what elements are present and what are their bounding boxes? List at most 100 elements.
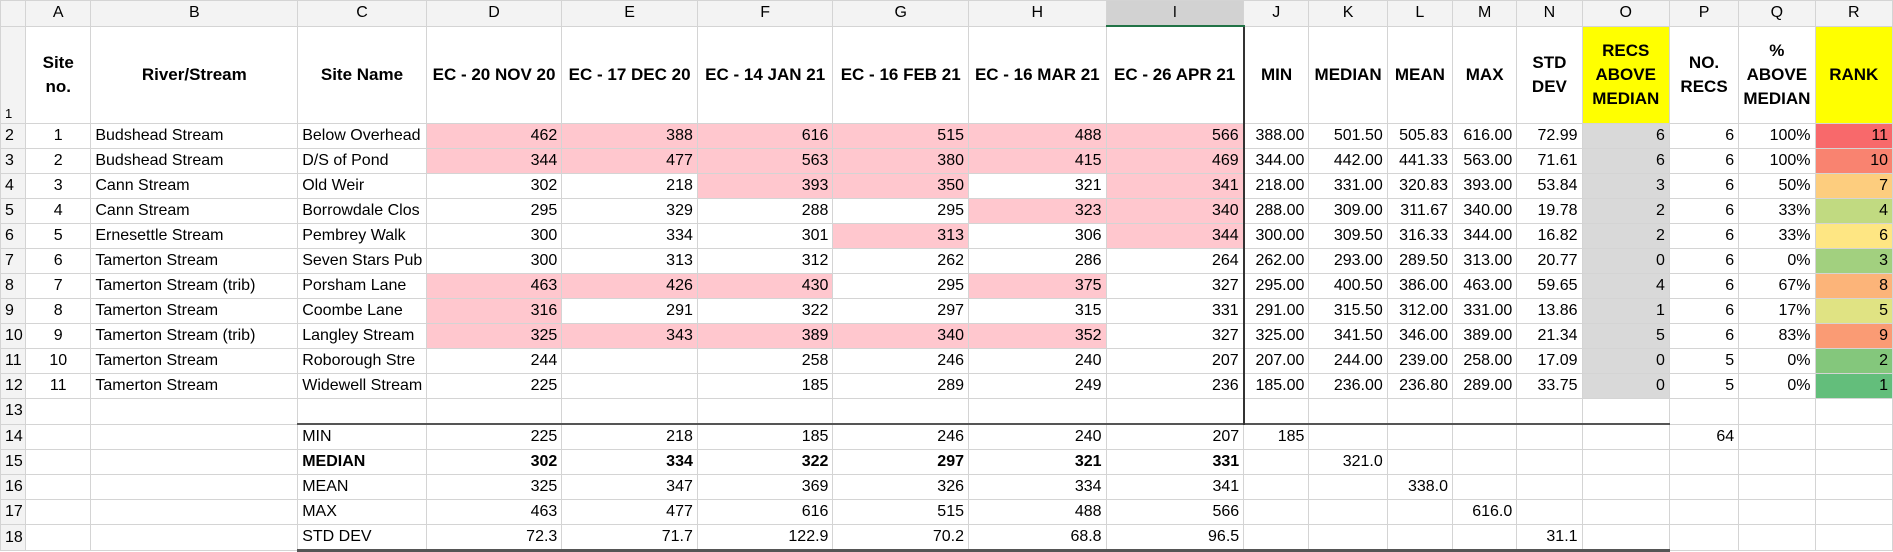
summary-value-cell[interactable]: 207 — [1105, 423, 1245, 450]
recs-above-median-cell[interactable]: 6 — [1581, 123, 1670, 149]
ec-value-cell[interactable]: 185 — [696, 373, 834, 399]
summary-std-cell[interactable] — [1516, 423, 1583, 450]
summary-mean-cell[interactable] — [1386, 499, 1454, 525]
no-recs-cell[interactable]: 6 — [1668, 198, 1740, 224]
rank-cell[interactable]: 3 — [1814, 248, 1893, 274]
ec-value-cell[interactable]: 344 — [1105, 223, 1245, 249]
empty-cell[interactable] — [1581, 449, 1670, 475]
no-recs-cell[interactable]: 6 — [1668, 223, 1740, 249]
site-no-cell[interactable]: 4 — [25, 198, 92, 224]
empty-cell[interactable] — [90, 398, 299, 425]
empty-cell[interactable] — [1668, 398, 1740, 425]
min-cell[interactable]: 300.00 — [1243, 223, 1310, 249]
ec-value-cell[interactable]: 313 — [832, 223, 969, 249]
row-number[interactable]: 14 — [0, 423, 27, 450]
ec-value-cell[interactable]: 289 — [832, 373, 969, 399]
recs-above-median-cell[interactable]: 1 — [1581, 298, 1670, 324]
min-cell[interactable]: 288.00 — [1243, 198, 1310, 224]
empty-cell[interactable] — [90, 449, 299, 475]
mean-cell[interactable]: 441.33 — [1386, 148, 1454, 174]
ec-value-cell[interactable]: 350 — [832, 173, 969, 199]
ec-value-cell[interactable]: 244 — [425, 348, 563, 374]
summary-min-cell[interactable] — [1243, 449, 1310, 475]
mean-cell[interactable]: 311.67 — [1386, 198, 1454, 224]
rank-cell[interactable]: 5 — [1814, 298, 1893, 324]
empty-cell[interactable] — [90, 499, 299, 525]
pct-above-median-cell[interactable]: 67% — [1738, 273, 1816, 299]
header-site-name[interactable]: Site Name — [297, 25, 427, 124]
header-ec-apr[interactable]: EC - 26 APR 21 — [1105, 25, 1245, 124]
river-cell[interactable]: Budshead Stream — [90, 123, 299, 149]
summary-max-cell[interactable]: 616.0 — [1452, 499, 1518, 525]
empty-cell[interactable] — [1516, 398, 1583, 425]
ec-value-cell[interactable]: 563 — [696, 148, 834, 174]
empty-cell[interactable] — [1581, 474, 1670, 500]
mean-cell[interactable]: 312.00 — [1386, 298, 1454, 324]
recs-above-median-cell[interactable]: 3 — [1581, 173, 1670, 199]
site-name-cell[interactable]: Coombe Lane — [297, 298, 427, 324]
summary-value-cell[interactable]: 463 — [425, 499, 563, 525]
summary-value-cell[interactable]: 225 — [425, 423, 563, 450]
max-cell[interactable]: 563.00 — [1452, 148, 1518, 174]
std-dev-cell[interactable]: 16.82 — [1516, 223, 1583, 249]
min-cell[interactable]: 218.00 — [1243, 173, 1310, 199]
header-ec-dec[interactable]: EC - 17 DEC 20 — [561, 25, 698, 124]
median-cell[interactable]: 341.50 — [1308, 323, 1388, 349]
river-cell[interactable]: Tamerton Stream (trib) — [90, 323, 299, 349]
summary-value-cell[interactable]: 240 — [968, 423, 1107, 450]
no-recs-cell[interactable]: 5 — [1668, 373, 1740, 399]
summary-value-cell[interactable]: 341 — [1105, 474, 1245, 500]
mean-cell[interactable]: 386.00 — [1386, 273, 1454, 299]
recs-above-median-cell[interactable]: 6 — [1581, 148, 1670, 174]
site-no-cell[interactable]: 6 — [25, 248, 92, 274]
ec-value-cell[interactable]: 469 — [1105, 148, 1245, 174]
ec-value-cell[interactable]: 295 — [832, 198, 969, 224]
summary-median-cell[interactable]: 321.0 — [1308, 449, 1388, 475]
ec-value-cell[interactable]: 380 — [832, 148, 969, 174]
empty-cell[interactable] — [25, 474, 92, 500]
row-number[interactable]: 9 — [0, 298, 27, 324]
empty-cell[interactable] — [1581, 398, 1670, 425]
ec-value-cell[interactable]: 334 — [561, 223, 698, 249]
header-recs-above-median[interactable]: RECS ABOVE MEDIAN — [1581, 25, 1670, 124]
no-recs-cell[interactable]: 6 — [1668, 173, 1740, 199]
summary-value-cell[interactable]: 185 — [696, 423, 834, 450]
std-dev-cell[interactable]: 21.34 — [1516, 323, 1583, 349]
summary-recs-total-cell[interactable] — [1668, 449, 1740, 475]
recs-above-median-cell[interactable]: 0 — [1581, 348, 1670, 374]
mean-cell[interactable]: 316.33 — [1386, 223, 1454, 249]
summary-label-cell[interactable]: MEDIAN — [297, 449, 427, 475]
row-number[interactable]: 10 — [0, 323, 27, 349]
ec-value-cell[interactable]: 306 — [968, 223, 1107, 249]
empty-cell[interactable] — [1308, 398, 1388, 425]
site-name-cell[interactable]: Below Overhead — [297, 123, 427, 149]
empty-cell[interactable] — [1738, 398, 1816, 425]
site-no-cell[interactable]: 3 — [25, 173, 92, 199]
ec-value-cell[interactable]: 236 — [1105, 373, 1245, 399]
empty-cell[interactable] — [425, 398, 563, 425]
column-header-l[interactable]: L — [1386, 0, 1454, 27]
ec-value-cell[interactable]: 393 — [696, 173, 834, 199]
site-no-cell[interactable]: 2 — [25, 148, 92, 174]
no-recs-cell[interactable]: 6 — [1668, 298, 1740, 324]
summary-max-cell[interactable] — [1452, 423, 1518, 450]
ec-value-cell[interactable]: 340 — [832, 323, 969, 349]
river-cell[interactable]: Cann Stream — [90, 173, 299, 199]
mean-cell[interactable]: 505.83 — [1386, 123, 1454, 149]
pct-above-median-cell[interactable]: 100% — [1738, 148, 1816, 174]
max-cell[interactable]: 258.00 — [1452, 348, 1518, 374]
empty-cell[interactable] — [1814, 449, 1893, 475]
site-no-cell[interactable]: 7 — [25, 273, 92, 299]
median-cell[interactable]: 442.00 — [1308, 148, 1388, 174]
row-number[interactable]: 1 — [0, 25, 27, 124]
row-number[interactable]: 6 — [0, 223, 27, 249]
empty-cell[interactable] — [832, 398, 969, 425]
min-cell[interactable]: 295.00 — [1243, 273, 1310, 299]
site-no-cell[interactable]: 8 — [25, 298, 92, 324]
empty-cell[interactable] — [561, 398, 698, 425]
ec-value-cell[interactable]: 321 — [968, 173, 1107, 199]
no-recs-cell[interactable]: 6 — [1668, 148, 1740, 174]
ec-value-cell[interactable]: 323 — [968, 198, 1107, 224]
empty-cell[interactable] — [90, 474, 299, 500]
river-cell[interactable]: Tamerton Stream — [90, 248, 299, 274]
